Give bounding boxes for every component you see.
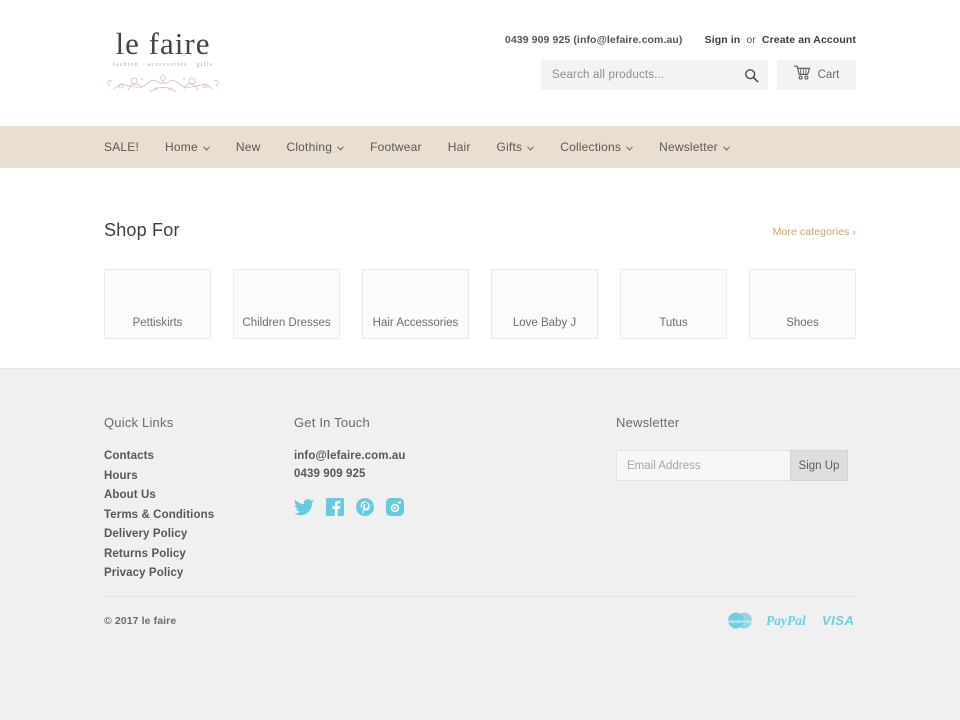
category-grid: Pettiskirts Children Dresses Hair Accessor… [104, 269, 856, 339]
chevron-down-icon [202, 140, 210, 154]
nav-item-home[interactable]: Home [165, 140, 210, 154]
payment-methods: MasterCard PayPal VISA [725, 611, 856, 630]
footer-link[interactable]: Contacts [104, 450, 294, 462]
search-icon[interactable] [744, 68, 759, 83]
get-in-touch-heading: Get In Touch [294, 415, 370, 430]
category-card[interactable]: Pettiskirts [104, 269, 211, 339]
footer-link[interactable]: Terms & Conditions [104, 509, 294, 521]
nav-item-collections[interactable]: Collections [560, 140, 633, 154]
nav-item-label: Home [165, 140, 198, 154]
svg-text:PayPal: PayPal [766, 613, 806, 628]
quick-links-heading: Quick Links [104, 415, 174, 430]
email-field[interactable]: Email Address [616, 450, 790, 481]
footer-link[interactable]: About Us [104, 489, 294, 501]
nav-item-label: New [235, 140, 261, 154]
email-placeholder: Email Address [627, 459, 701, 472]
footer-link[interactable]: Hours [104, 470, 294, 482]
paypal-icon: PayPal [766, 613, 811, 628]
footer-email[interactable]: info@lefaire.com.au [294, 450, 616, 462]
chevron-down-icon [626, 140, 633, 154]
category-card[interactable]: Hair Accessories [362, 269, 469, 339]
main-navigation: SALE! Home New Clothing Footwear Hair Gifts Col… [0, 126, 960, 168]
header-search-area: Search all products... Cart [541, 60, 856, 90]
page-root: le faire fashion · accessories · gifts 0… [0, 0, 960, 720]
category-card[interactable]: Shoes [749, 269, 856, 339]
contact-phone-email: 0439 909 925 (info@lefaire.com.au) [504, 34, 683, 46]
cart-label: Cart [817, 69, 840, 81]
category-card[interactable]: Tutus [620, 269, 727, 339]
social-links [294, 498, 616, 516]
logo-floral-ornament-icon [104, 69, 222, 95]
nav-item-label: Newsletter [659, 140, 718, 154]
instagram-icon[interactable] [386, 498, 404, 516]
footer-link[interactable]: Privacy Policy [104, 567, 294, 579]
facebook-icon[interactable] [326, 498, 344, 516]
nav-item-clothing[interactable]: Clothing [286, 140, 344, 154]
chevron-down-icon [527, 140, 535, 154]
create-account-link[interactable]: Create an Account [762, 34, 856, 46]
more-categories-link[interactable]: More categories › [773, 226, 856, 238]
visa-icon: VISA [822, 613, 856, 628]
newsletter-form: Email Address Sign Up [616, 450, 856, 481]
footer-link[interactable]: Returns Policy [104, 548, 294, 560]
footer-quick-links: Quick Links Contacts Hours About Us Terms &… [104, 415, 294, 587]
mastercard-icon: MasterCard [725, 611, 755, 630]
pinterest-icon[interactable] [356, 498, 374, 516]
footer-newsletter: Newsletter Email Address Sign Up [616, 415, 856, 587]
category-card[interactable]: Love Baby J [491, 269, 598, 339]
search-input[interactable]: Search all products... [541, 60, 768, 90]
chevron-down-icon [722, 140, 730, 154]
category-label: Shoes [786, 317, 819, 329]
sign-up-button[interactable]: Sign Up [790, 450, 848, 481]
shopping-cart-icon [793, 65, 811, 85]
footer-get-in-touch: Get In Touch info@lefaire.com.au 0439 90… [294, 415, 616, 587]
search-placeholder: Search all products... [552, 69, 665, 81]
nav-item-label: Hair [447, 140, 471, 154]
nav-item-footwear[interactable]: Footwear [370, 140, 422, 154]
footer-bottom-bar: © 2017 le faire MasterCard PayPal VISA [104, 611, 856, 630]
category-card[interactable]: Children Dresses [233, 269, 340, 339]
nav-item-new[interactable]: New [236, 140, 261, 154]
svg-text:MasterCard: MasterCard [728, 619, 752, 624]
nav-item-label: Collections [560, 140, 622, 154]
shop-for-header: Shop For More categories › [104, 220, 856, 250]
logo-wordmark: le faire [115, 26, 211, 61]
twitter-icon[interactable] [294, 498, 314, 516]
nav-item-label: Footwear [370, 140, 422, 154]
nav-item-hair[interactable]: Hair [448, 140, 471, 154]
nav-item-newsletter[interactable]: Newsletter [659, 140, 730, 154]
page-title: Shop For [104, 220, 180, 240]
nav-item-label: Gifts [496, 140, 523, 154]
footer-link[interactable]: Delivery Policy [104, 528, 294, 540]
nav-item-gifts[interactable]: Gifts [497, 140, 535, 154]
nav-item-label: Clothing [286, 140, 333, 154]
shop-for-section: Shop For More categories › Pettiskirts Ch… [0, 168, 960, 339]
newsletter-heading: Newsletter [616, 415, 680, 430]
svg-text:VISA: VISA [822, 613, 854, 628]
category-label: Hair Accessories [372, 317, 459, 329]
or-separator: or [746, 34, 756, 46]
cart-button[interactable]: Cart [777, 60, 856, 90]
top-utility-bar: 0439 909 925 (info@lefaire.com.au) Sign … [505, 34, 856, 46]
site-header: le faire fashion · accessories · gifts 0… [0, 0, 960, 126]
footer-phone: 0439 909 925 [294, 468, 366, 480]
site-logo[interactable]: le faire fashion · accessories · gifts [104, 28, 222, 96]
category-label: Pettiskirts [132, 317, 183, 329]
category-label: Tutus [659, 317, 688, 329]
logo-tagline: fashion · accessories · gifts [112, 62, 214, 68]
copyright-text: © 2017 le faire [104, 614, 177, 627]
nav-item-sale[interactable]: SALE! [104, 140, 139, 154]
category-label: Children Dresses [242, 317, 331, 329]
sign-in-link[interactable]: Sign in [705, 34, 741, 46]
nav-item-label: SALE! [104, 140, 140, 154]
site-footer: Quick Links Contacts Hours About Us Terms &… [0, 368, 960, 720]
chevron-down-icon [337, 140, 344, 154]
category-label: Love Baby J [512, 317, 577, 329]
footer-divider [104, 596, 856, 597]
